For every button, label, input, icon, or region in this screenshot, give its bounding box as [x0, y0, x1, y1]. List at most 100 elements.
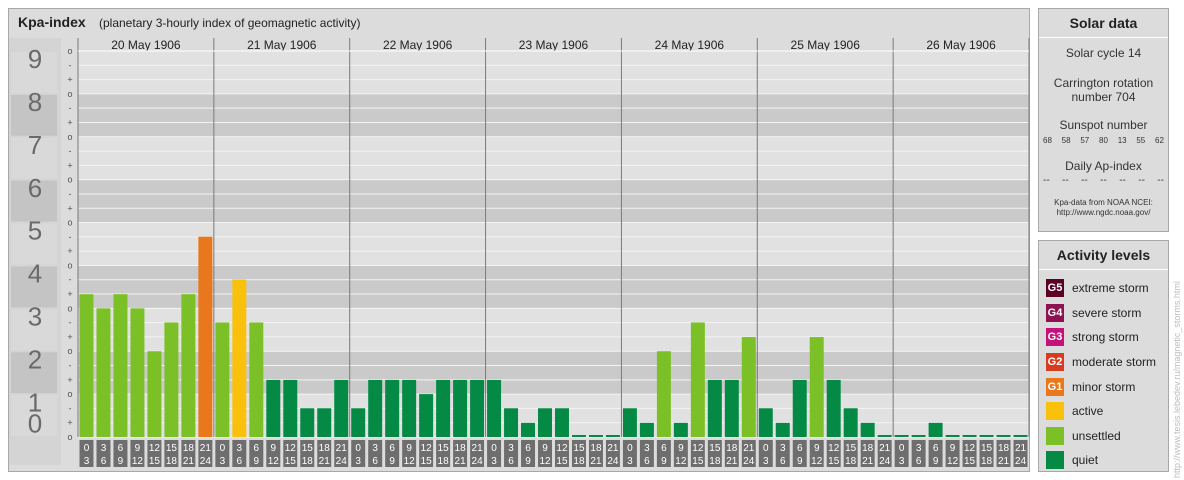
y-band: [78, 136, 1029, 180]
legend-swatch: G5: [1046, 279, 1064, 298]
solar-cycle: Solar cycle 14: [1065, 46, 1142, 60]
interval-start: 12: [964, 443, 976, 454]
kp-bar: [351, 408, 366, 437]
activity-levels-title: Activity levels: [1039, 241, 1168, 270]
kp-bar: [809, 337, 824, 437]
interval-start: 18: [998, 443, 1010, 454]
interval-start: 3: [916, 443, 922, 454]
kp-bar: [402, 379, 417, 437]
interval-start: 21: [1015, 443, 1027, 454]
interval-start: 0: [84, 443, 90, 454]
kp-bar: [826, 379, 841, 437]
day-label: 26 May 1906: [926, 38, 996, 52]
interval-end: 24: [200, 456, 212, 467]
kp-bar: [996, 435, 1011, 437]
legend-item: G2 moderate storm: [1039, 350, 1168, 375]
interval-start: 9: [406, 443, 412, 454]
interval-start: 18: [862, 443, 874, 454]
y-band: [78, 179, 1029, 223]
kp-bar: [334, 379, 349, 437]
y-minor-label: +: [67, 160, 72, 170]
y-band: [78, 51, 1029, 94]
interval-start: 9: [814, 443, 820, 454]
legend-swatch: [1046, 402, 1064, 421]
interval-end: 6: [101, 456, 107, 467]
interval-end: 6: [780, 456, 786, 467]
interval-start: 21: [336, 443, 348, 454]
kp-bar: [266, 379, 281, 437]
kp-bar: [215, 322, 230, 437]
interval-end: 9: [525, 456, 531, 467]
interval-start: 15: [981, 443, 993, 454]
interval-start: 21: [472, 443, 484, 454]
interval-end: 12: [404, 456, 416, 467]
kp-bar: [911, 435, 926, 437]
kp-bar: [198, 236, 213, 437]
legend-label: extreme storm: [1072, 281, 1149, 296]
carrington-rotation: Carrington rotation number 704: [1039, 76, 1168, 104]
interval-start: 9: [950, 443, 956, 454]
interval-end: 12: [539, 456, 551, 467]
interval-end: 21: [455, 456, 467, 467]
kp-bar: [487, 379, 502, 437]
interval-end: 21: [590, 456, 602, 467]
kp-bar: [453, 379, 468, 437]
interval-end: 9: [933, 456, 939, 467]
interval-start: 6: [661, 443, 667, 454]
interval-end: 9: [797, 456, 803, 467]
source-link[interactable]: http://www.ngdc.noaa.gov/: [1039, 208, 1168, 218]
sunspot-value: 55: [1136, 136, 1146, 145]
sunspot-value: 57: [1080, 136, 1090, 145]
kp-bar: [673, 422, 688, 437]
interval-start: 15: [845, 443, 857, 454]
interval-end: 15: [692, 456, 704, 467]
y-band: [78, 93, 1029, 137]
interval-start: 0: [627, 443, 633, 454]
y-minor-label: +: [67, 203, 72, 213]
legend-item: G1 minor storm: [1039, 374, 1168, 399]
interval-start: 18: [319, 443, 331, 454]
interval-start: 3: [508, 443, 514, 454]
interval-end: 3: [355, 456, 361, 467]
interval-start: 0: [355, 443, 361, 454]
interval-end: 24: [743, 456, 755, 467]
kp-bar: [147, 351, 162, 437]
interval-start: 3: [644, 443, 650, 454]
legend-item: quiet: [1039, 448, 1168, 473]
interval-end: 9: [389, 456, 395, 467]
kp-bar: [555, 408, 569, 437]
y-tick-label: 1: [28, 387, 42, 417]
y-minor-label: +: [67, 375, 72, 385]
sunspot-value: 80: [1099, 136, 1108, 145]
kp-chart: 0123456789o+-o+-o+-o+-o+-o+-o+-o+-o+-o 20…: [9, 38, 1030, 467]
interval-end: 6: [237, 456, 243, 467]
kp-bar: [605, 435, 620, 437]
y-minor-label: o: [67, 175, 72, 185]
interval-end: 6: [508, 456, 514, 467]
kp-bar: [521, 422, 536, 437]
interval-end: 18: [166, 456, 178, 467]
legend-label: severe storm: [1072, 305, 1142, 320]
ap-value: --: [1043, 175, 1050, 186]
kp-bar: [758, 408, 773, 437]
kp-bar: [300, 408, 315, 437]
y-minor-label: -: [69, 146, 72, 156]
interval-end: 18: [438, 456, 450, 467]
kp-bar: [945, 435, 960, 437]
interval-start: 15: [709, 443, 721, 454]
interval-start: 15: [166, 443, 178, 454]
interval-end: 15: [149, 456, 161, 467]
interval-start: 3: [780, 443, 786, 454]
y-minor-label: -: [69, 189, 72, 199]
interval-end: 15: [556, 456, 568, 467]
interval-end: 3: [491, 456, 497, 467]
ap-value: --: [1100, 175, 1107, 186]
ap-value: --: [1119, 175, 1126, 186]
sunspot-title: Sunspot number: [1059, 118, 1148, 132]
source-line-1: Kpa-data from NOAA NCEI:: [1054, 198, 1153, 207]
interval-start: 18: [455, 443, 467, 454]
interval-end: 21: [319, 456, 331, 467]
kp-bar: [724, 379, 739, 437]
interval-start: 18: [726, 443, 738, 454]
y-minor-label: +: [67, 289, 72, 299]
